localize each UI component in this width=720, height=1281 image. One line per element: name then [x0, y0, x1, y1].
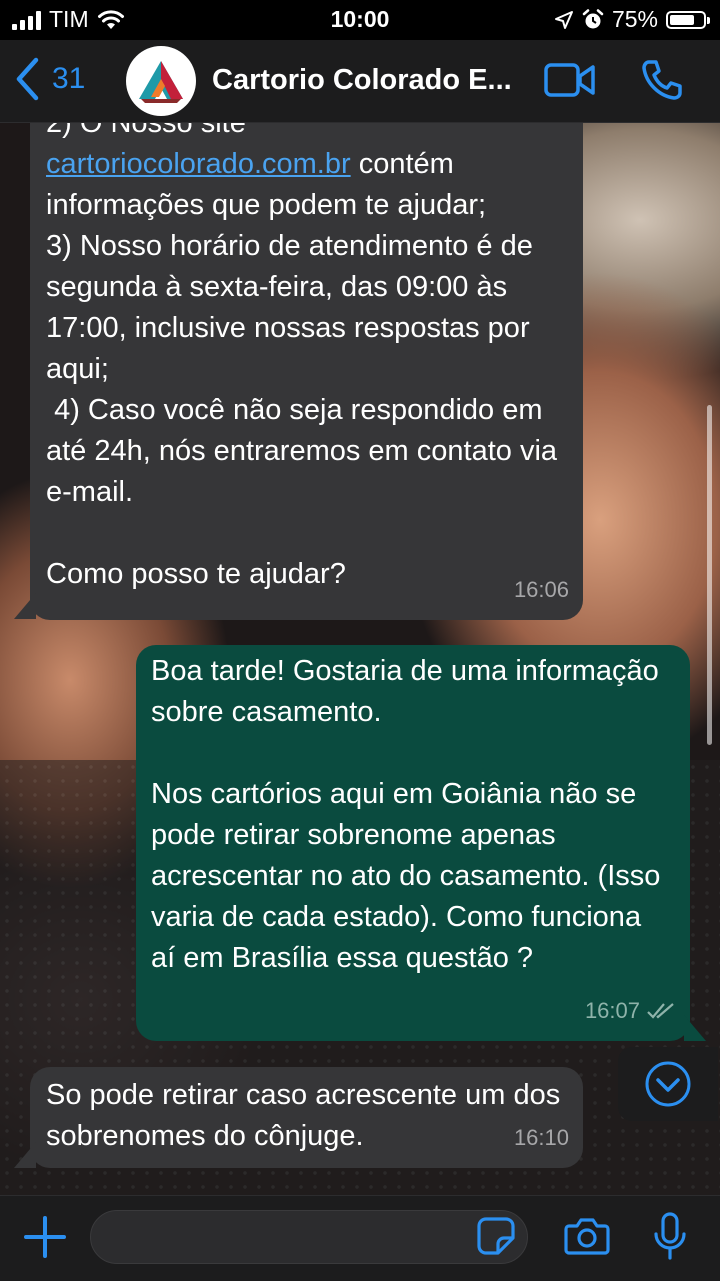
message-list[interactable]: 2) O Nosso site cartoriocolorado.com.br c… [0, 123, 720, 1195]
sticker-button[interactable] [476, 1216, 516, 1261]
double-check-icon [647, 1002, 674, 1019]
attach-button[interactable] [22, 1214, 68, 1265]
camera-button[interactable] [564, 1216, 610, 1261]
chat-header: 31 Cartorio Colorado E... [0, 40, 720, 123]
plus-icon [24, 1216, 66, 1258]
back-button[interactable]: 31 [14, 56, 85, 102]
video-call-button[interactable] [544, 62, 596, 103]
message-time: 16:06 [513, 577, 569, 602]
message-meta: 16:06 [514, 569, 569, 610]
outgoing-message[interactable]: Boa tarde! Gostaria de uma informação so… [136, 645, 690, 1041]
message-input-bar [0, 1195, 720, 1281]
message-input[interactable] [90, 1210, 528, 1264]
battery-icon [666, 10, 710, 29]
camera-icon [564, 1218, 610, 1255]
sticker-icon [477, 1217, 515, 1255]
message-text: Boa tarde! Gostaria de uma informação so… [151, 655, 661, 974]
microphone-icon [654, 1212, 686, 1260]
message-meta: 16:10 [514, 1117, 569, 1158]
phone-icon [642, 60, 682, 100]
message-partial-line: 2) O Nosso site [46, 123, 246, 139]
contact-avatar[interactable] [126, 46, 196, 116]
incoming-message[interactable]: So pode retirar caso acrescente um dos s… [30, 1067, 583, 1168]
message-text: So pode retirar caso acrescente um dos s… [46, 1079, 569, 1152]
location-arrow-icon [554, 10, 573, 29]
scroll-indicator[interactable] [707, 405, 712, 745]
message-time: 16:07 [584, 998, 640, 1023]
bubble-tail [14, 1142, 36, 1168]
chevron-left-icon [16, 57, 39, 101]
unread-count: 31 [52, 62, 86, 95]
voice-message-button[interactable] [652, 1212, 688, 1267]
message-meta: 16:07 [585, 990, 676, 1031]
incoming-message[interactable]: 2) O Nosso site cartoriocolorado.com.br c… [30, 123, 583, 620]
alarm-icon [582, 8, 604, 28]
chevron-down-circle-icon [645, 1061, 691, 1107]
bubble-tail [14, 593, 36, 619]
scroll-to-bottom-button[interactable] [618, 1047, 718, 1121]
website-link[interactable]: cartoriocolorado.com.br [46, 148, 351, 180]
voice-call-button[interactable] [640, 58, 684, 107]
message-time: 16:10 [513, 1125, 569, 1150]
status-bar: TIM 10:00 75% [0, 0, 720, 40]
message-text: contém informações que podem te ajudar; … [46, 148, 558, 590]
cartorio-logo-icon [139, 61, 183, 103]
battery-percentage: 75% [611, 6, 658, 32]
bubble-tail [684, 1015, 706, 1041]
video-camera-icon [544, 63, 595, 97]
message-text-field[interactable] [109, 1211, 473, 1263]
contact-name[interactable]: Cartorio Colorado E... [212, 64, 532, 97]
